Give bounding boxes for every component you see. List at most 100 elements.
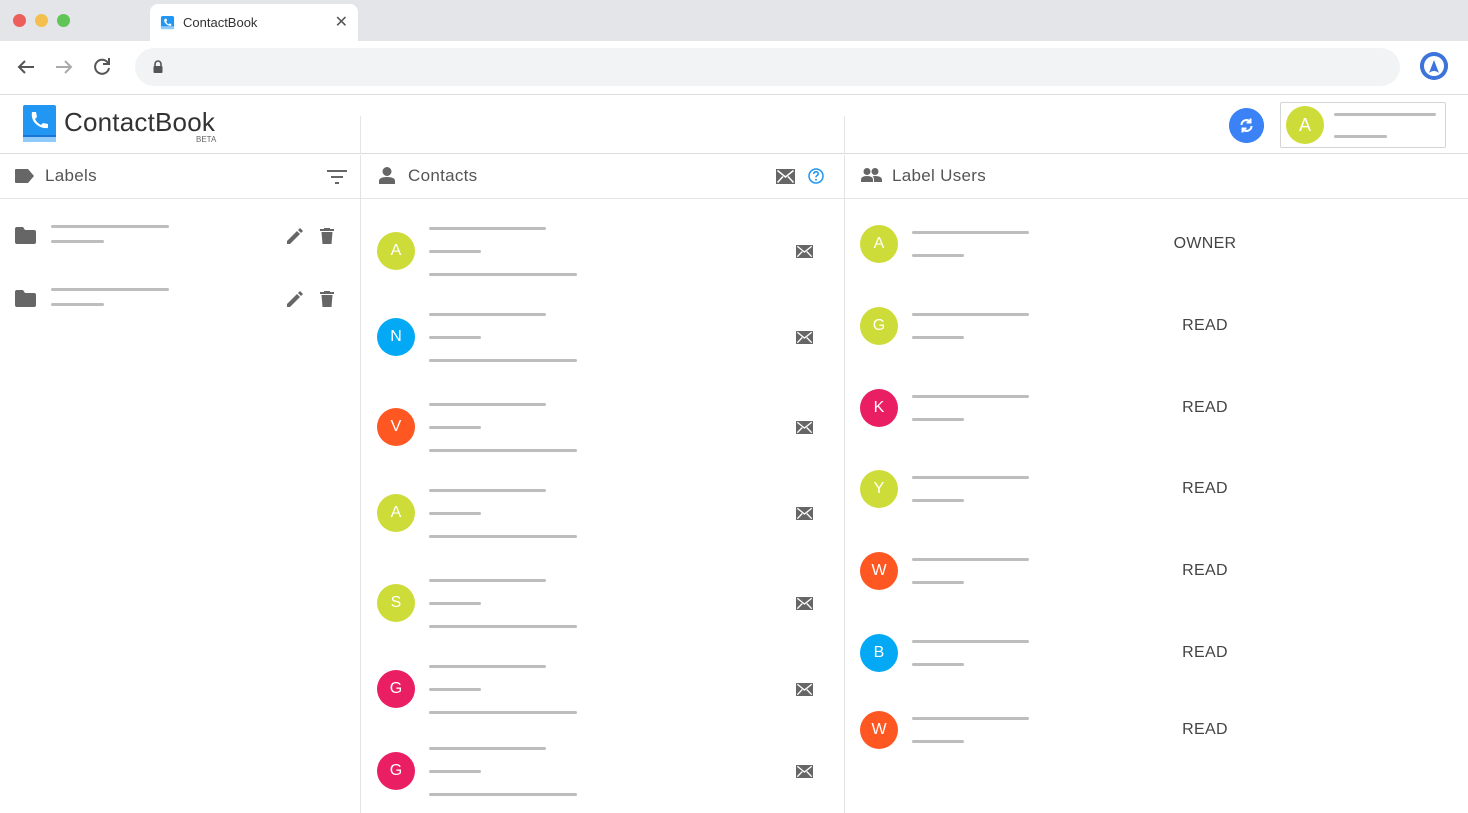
contact-list-item[interactable]: G bbox=[361, 737, 845, 807]
user-name-placeholder bbox=[912, 231, 1029, 234]
label-user-item[interactable]: Y READ bbox=[845, 462, 1468, 522]
browser-tab-bar: ContactBook ✕ bbox=[0, 0, 1468, 41]
contact-detail-placeholder bbox=[429, 336, 481, 339]
label-user-item[interactable]: B READ bbox=[845, 626, 1468, 686]
user-email-placeholder bbox=[912, 418, 964, 421]
delete-trash-icon[interactable] bbox=[320, 228, 334, 244]
browser-toolbar bbox=[0, 41, 1468, 95]
contact-avatar: G bbox=[377, 670, 415, 708]
browser-profile-icon[interactable] bbox=[1420, 52, 1448, 80]
reload-icon[interactable] bbox=[90, 55, 114, 79]
filter-icon[interactable] bbox=[327, 169, 347, 185]
app-header: ContactBook BETA A bbox=[0, 96, 1468, 154]
lock-icon bbox=[153, 60, 163, 73]
tab-title: ContactBook bbox=[183, 15, 258, 30]
forward-arrow-icon[interactable] bbox=[52, 55, 76, 79]
contact-detail-placeholder bbox=[429, 770, 481, 773]
user-avatar: B bbox=[860, 634, 898, 672]
header-divider bbox=[844, 116, 845, 154]
app-title: ContactBook bbox=[64, 107, 216, 137]
permission-badge[interactable]: READ bbox=[1172, 562, 1238, 580]
permission-badge[interactable]: READ bbox=[1172, 399, 1238, 417]
user-name-placeholder bbox=[912, 558, 1029, 561]
user-avatar: W bbox=[860, 711, 898, 749]
contact-list-item[interactable]: A bbox=[361, 217, 845, 287]
label-user-item[interactable]: G READ bbox=[845, 299, 1468, 359]
contact-list-item[interactable]: A bbox=[361, 479, 845, 549]
browser-tab[interactable]: ContactBook ✕ bbox=[150, 4, 358, 41]
label-user-item[interactable]: A OWNER bbox=[845, 217, 1468, 277]
label-user-item[interactable]: W READ bbox=[845, 544, 1468, 604]
account-avatar: A bbox=[1286, 106, 1324, 144]
window-minimize-button[interactable] bbox=[35, 14, 48, 27]
contact-email-placeholder bbox=[429, 535, 577, 538]
permission-badge[interactable]: READ bbox=[1172, 721, 1238, 739]
user-avatar: K bbox=[860, 389, 898, 427]
contact-detail-placeholder bbox=[429, 602, 481, 605]
label-meta-placeholder bbox=[51, 240, 104, 243]
label-name-placeholder bbox=[51, 288, 169, 291]
contact-avatar: A bbox=[377, 494, 415, 532]
delete-trash-icon[interactable] bbox=[320, 291, 334, 307]
mail-all-icon[interactable] bbox=[776, 169, 795, 184]
mail-icon[interactable] bbox=[796, 507, 813, 520]
label-list-item[interactable] bbox=[0, 286, 360, 326]
label-users-header: Label Users bbox=[845, 155, 1468, 199]
contactbook-favicon-icon bbox=[160, 15, 175, 30]
label-user-item[interactable]: K READ bbox=[845, 381, 1468, 441]
contact-detail-placeholder bbox=[429, 512, 481, 515]
contact-email-placeholder bbox=[429, 449, 577, 452]
permission-badge[interactable]: READ bbox=[1172, 480, 1238, 498]
contact-avatar: G bbox=[377, 752, 415, 790]
account-menu[interactable]: A bbox=[1280, 102, 1446, 148]
label-users-panel: Label Users A OWNER G READ K READ Y READ W READ B R… bbox=[845, 155, 1468, 813]
contacts-title: Contacts bbox=[408, 166, 478, 185]
contact-name-placeholder bbox=[429, 665, 546, 668]
contact-avatar: V bbox=[377, 408, 415, 446]
mail-icon[interactable] bbox=[796, 421, 813, 434]
label-users-title: Label Users bbox=[892, 166, 987, 185]
contact-name-placeholder bbox=[429, 403, 546, 406]
label-user-item[interactable]: W READ bbox=[845, 703, 1468, 763]
beta-badge: BETA bbox=[196, 135, 217, 144]
account-name-placeholder bbox=[1334, 113, 1436, 116]
mail-icon[interactable] bbox=[796, 597, 813, 610]
contact-list-item[interactable]: G bbox=[361, 655, 845, 725]
address-bar[interactable] bbox=[135, 48, 1400, 86]
user-name-placeholder bbox=[912, 313, 1029, 316]
window-maximize-button[interactable] bbox=[57, 14, 70, 27]
contact-list-item[interactable]: S bbox=[361, 569, 845, 639]
contact-avatar: N bbox=[377, 318, 415, 356]
contact-list-item[interactable]: V bbox=[361, 393, 845, 463]
help-icon[interactable] bbox=[808, 168, 824, 184]
edit-pencil-icon[interactable] bbox=[286, 291, 303, 308]
user-name-placeholder bbox=[912, 717, 1029, 720]
sync-button[interactable] bbox=[1229, 108, 1264, 143]
back-arrow-icon[interactable] bbox=[14, 55, 38, 79]
edit-pencil-icon[interactable] bbox=[286, 228, 303, 245]
label-list-item[interactable] bbox=[0, 223, 360, 263]
tab-close-icon[interactable]: ✕ bbox=[335, 12, 348, 32]
person-icon bbox=[379, 167, 395, 184]
mail-icon[interactable] bbox=[796, 765, 813, 778]
permission-badge[interactable]: OWNER bbox=[1172, 235, 1238, 253]
user-name-placeholder bbox=[912, 476, 1029, 479]
labels-header: Labels bbox=[0, 155, 360, 199]
contact-name-placeholder bbox=[429, 579, 546, 582]
user-name-placeholder bbox=[912, 395, 1029, 398]
contact-list-item[interactable]: N bbox=[361, 303, 845, 373]
user-email-placeholder bbox=[912, 499, 964, 502]
contact-detail-placeholder bbox=[429, 426, 481, 429]
contact-name-placeholder bbox=[429, 313, 546, 316]
permission-badge[interactable]: READ bbox=[1172, 317, 1238, 335]
mail-icon[interactable] bbox=[796, 683, 813, 696]
window-close-button[interactable] bbox=[13, 14, 26, 27]
mail-icon[interactable] bbox=[796, 245, 813, 258]
user-avatar: W bbox=[860, 552, 898, 590]
mail-icon[interactable] bbox=[796, 331, 813, 344]
permission-badge[interactable]: READ bbox=[1172, 644, 1238, 662]
user-name-placeholder bbox=[912, 640, 1029, 643]
contacts-header: Contacts bbox=[361, 155, 844, 199]
account-email-placeholder bbox=[1334, 135, 1387, 138]
contact-email-placeholder bbox=[429, 625, 577, 628]
